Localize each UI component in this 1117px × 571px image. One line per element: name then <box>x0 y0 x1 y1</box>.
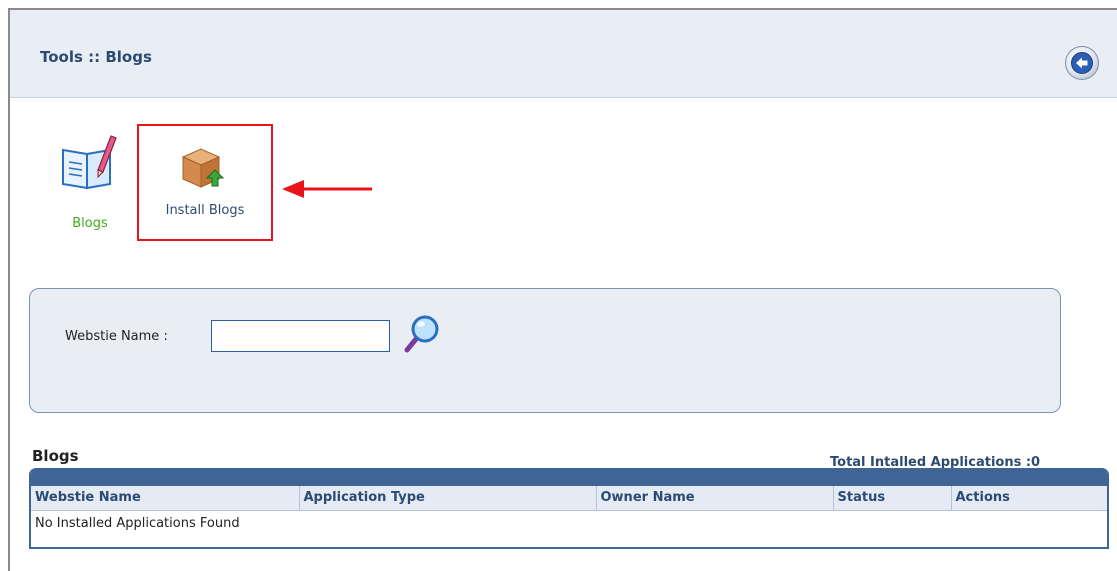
column-application-type[interactable]: Application Type <box>299 486 597 511</box>
column-owner-name[interactable]: Owner Name <box>596 486 834 511</box>
back-arrow-icon <box>1071 52 1093 74</box>
table-header-row: Webstie Name Application Type Owner Name… <box>31 486 1107 511</box>
blog-book-icon <box>62 135 117 190</box>
table-row: No Installed Applications Found <box>31 510 1107 536</box>
search-panel: Webstie Name : <box>29 288 1061 413</box>
empty-message: No Installed Applications Found <box>35 515 240 531</box>
tool-blogs-label: Blogs <box>72 216 108 231</box>
website-name-input[interactable] <box>211 320 390 352</box>
install-package-icon <box>181 148 225 188</box>
tool-blogs[interactable]: Blogs <box>50 130 130 240</box>
red-arrow-icon <box>282 180 372 198</box>
tool-install-blogs[interactable]: Install Blogs <box>137 124 273 241</box>
page-header: Tools :: Blogs <box>10 10 1117 98</box>
column-website-name[interactable]: Webstie Name <box>31 486 300 511</box>
page-title: Tools :: Blogs <box>40 48 152 66</box>
back-button[interactable] <box>1065 46 1099 80</box>
applications-table: Webstie Name Application Type Owner Name… <box>31 486 1107 536</box>
website-name-label: Webstie Name : <box>65 329 168 344</box>
main-panel: Tools :: Blogs Blogs Install Blogs Webst… <box>8 8 1117 571</box>
search-icon <box>404 315 439 353</box>
grid-header-bar <box>31 468 1107 486</box>
column-actions: Actions <box>951 486 1107 511</box>
applications-grid: Webstie Name Application Type Owner Name… <box>29 468 1109 549</box>
column-status[interactable]: Status <box>833 486 952 511</box>
tool-install-blogs-label: Install Blogs <box>165 203 245 218</box>
search-button[interactable] <box>403 314 441 354</box>
grid-title: Blogs <box>32 447 79 465</box>
